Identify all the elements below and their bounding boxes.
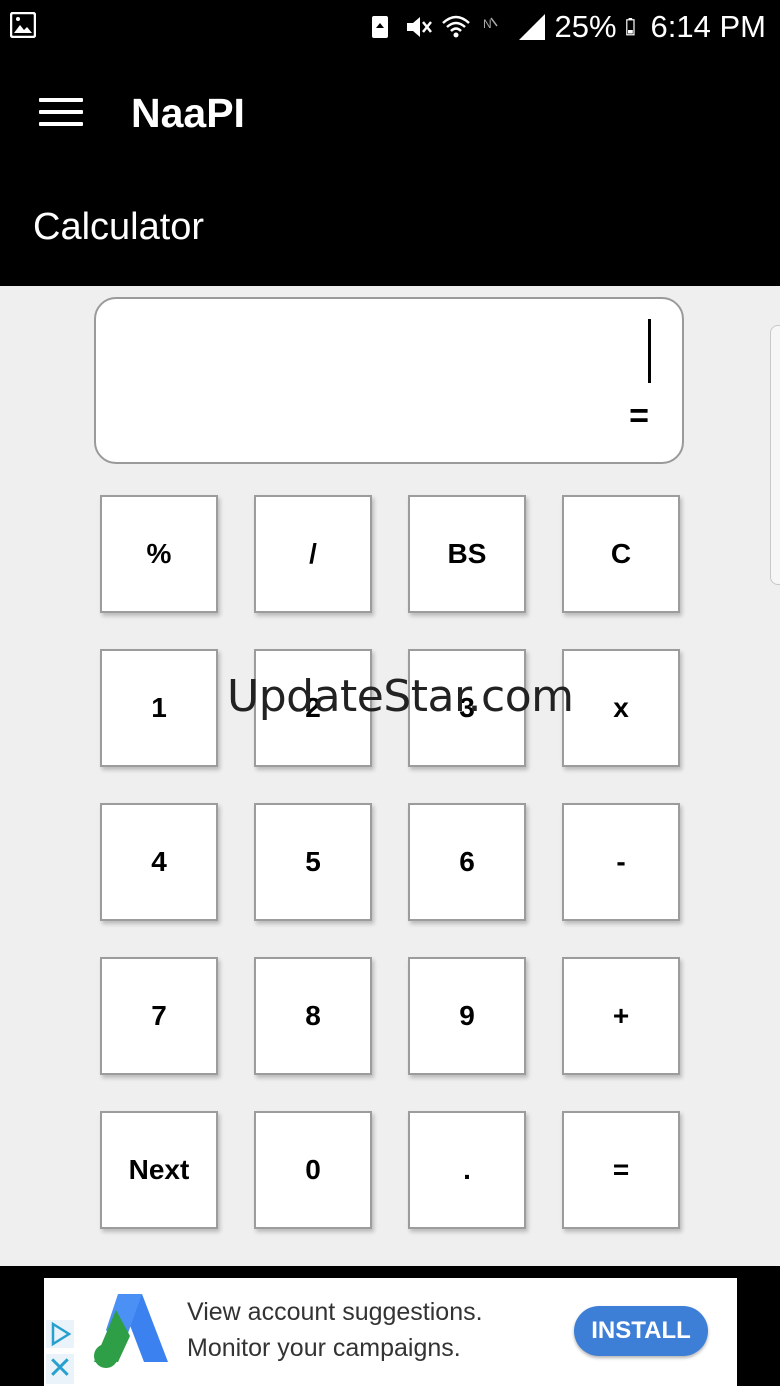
digit-5-key[interactable]: 5 <box>254 803 372 921</box>
page-title: Calculator <box>33 206 205 248</box>
decimal-key[interactable]: . <box>408 1111 526 1229</box>
clear-key[interactable]: C <box>562 495 680 613</box>
minus-key[interactable]: - <box>562 803 680 921</box>
plus-key[interactable]: + <box>562 957 680 1075</box>
digit-1-key[interactable]: 1 <box>100 649 218 767</box>
percent-key[interactable]: % <box>100 495 218 613</box>
digit-6-key[interactable]: 6 <box>408 803 526 921</box>
app-bar: NaaPI Calculator <box>0 54 780 286</box>
multiply-key[interactable]: x <box>562 649 680 767</box>
result-label: = <box>629 397 649 435</box>
backspace-key[interactable]: BS <box>408 495 526 613</box>
clock: 6:14 PM <box>650 9 766 44</box>
edge-panel-handle[interactable] <box>770 325 780 585</box>
status-bar: N 25% 6:14 PM <box>0 0 780 54</box>
wifi-icon <box>441 15 470 38</box>
svg-text:N: N <box>483 17 492 31</box>
battery-percent: 25% <box>554 9 617 44</box>
digit-3-key[interactable]: 3 <box>408 649 526 767</box>
digit-4-key[interactable]: 4 <box>100 803 218 921</box>
digit-7-key[interactable]: 7 <box>100 957 218 1075</box>
ad-close-icon[interactable]: ✕ <box>46 1354 74 1384</box>
digit-0-key[interactable]: 0 <box>254 1111 372 1229</box>
gallery-icon <box>10 12 36 38</box>
recycle-icon <box>371 16 388 38</box>
mute-icon <box>406 17 432 37</box>
divide-key[interactable]: / <box>254 495 372 613</box>
digit-8-key[interactable]: 8 <box>254 957 372 1075</box>
ad-headline: View account suggestions. <box>187 1298 483 1326</box>
ad-description: Monitor your campaigns. <box>187 1334 461 1362</box>
signal-icon <box>518 14 545 40</box>
status-icons: N 25% 6:14 PM <box>365 8 766 46</box>
battery-icon <box>625 18 635 36</box>
ad-choices-icon[interactable] <box>46 1320 74 1348</box>
calculator-display[interactable]: = <box>94 297 684 464</box>
hamburger-menu-icon[interactable] <box>39 98 83 132</box>
nfc-icon: N <box>483 17 498 31</box>
app-title: NaaPI <box>131 90 245 136</box>
equals-key[interactable]: = <box>562 1111 680 1229</box>
digit-2-key[interactable]: 2 <box>254 649 372 767</box>
text-cursor <box>648 319 651 383</box>
google-ads-logo-icon <box>94 1294 168 1368</box>
digit-9-key[interactable]: 9 <box>408 957 526 1075</box>
install-button[interactable]: INSTALL <box>574 1306 708 1356</box>
next-key[interactable]: Next <box>100 1111 218 1229</box>
